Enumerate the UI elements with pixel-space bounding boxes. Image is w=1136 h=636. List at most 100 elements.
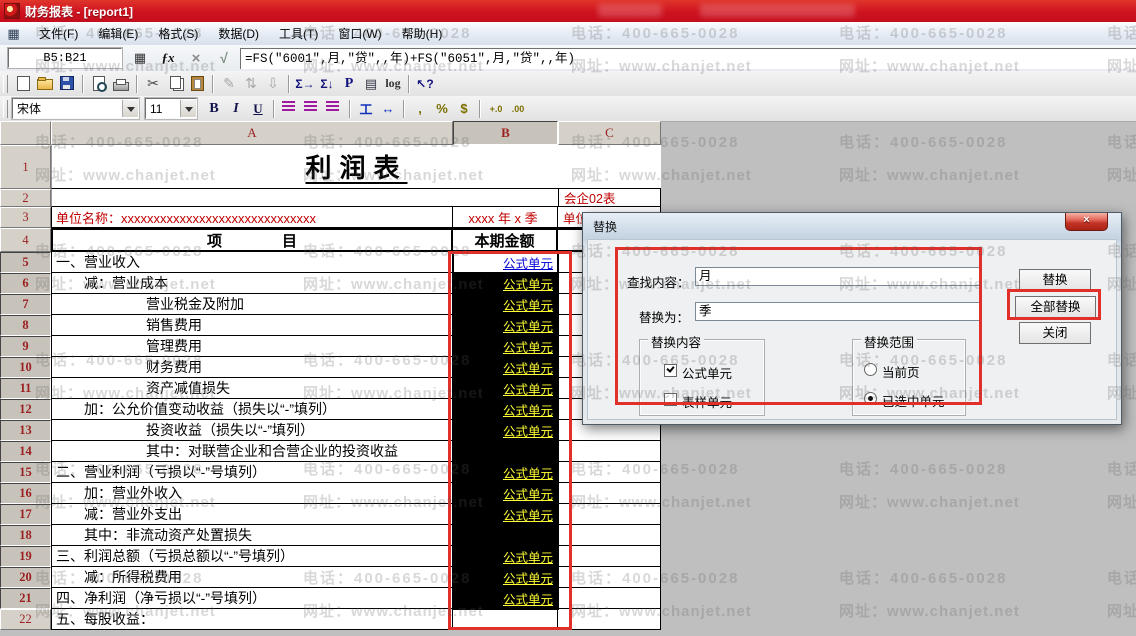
- log-icon[interactable]: log: [383, 74, 403, 94]
- cell-A1-title[interactable]: 利润表: [51, 145, 661, 189]
- column-width-icon[interactable]: ↔: [378, 99, 398, 119]
- add-decimal-icon[interactable]: +.0: [486, 99, 506, 119]
- cell-C15[interactable]: [558, 462, 661, 483]
- cancel-entry-icon[interactable]: ×: [186, 50, 206, 67]
- cell-A11[interactable]: 资产减值损失: [51, 378, 453, 399]
- cell-C2[interactable]: 会企02表: [558, 189, 661, 207]
- selected-cells-radio[interactable]: [864, 392, 877, 405]
- close-icon[interactable]: ×: [1065, 213, 1108, 231]
- page-setup-icon[interactable]: ▤: [361, 74, 381, 94]
- cell-B14[interactable]: [453, 441, 558, 462]
- cell-A8[interactable]: 销售费用: [51, 315, 453, 336]
- cell-A14[interactable]: 其中：对联营企业和合营企业的投资收益: [51, 441, 453, 462]
- cell-B11[interactable]: 公式单元: [453, 378, 558, 399]
- cell-B10[interactable]: 公式单元: [453, 357, 558, 378]
- cell-A16[interactable]: 加：营业外收入: [51, 483, 453, 504]
- cell-B8[interactable]: 公式单元: [453, 315, 558, 336]
- grid-calc-icon[interactable]: ▦: [130, 50, 150, 66]
- row-header-21[interactable]: 21: [0, 588, 51, 609]
- currency-style-icon[interactable]: $: [454, 99, 474, 119]
- select-all-corner[interactable]: [0, 121, 51, 145]
- align-right-icon[interactable]: [324, 99, 344, 119]
- save-icon[interactable]: [57, 74, 77, 94]
- cell-B19[interactable]: 公式单元: [453, 546, 558, 567]
- cell-C17[interactable]: [558, 504, 661, 525]
- menu-item-3[interactable]: 格式(S): [148, 22, 208, 45]
- sum-down-icon[interactable]: Σ↓: [317, 74, 337, 94]
- cell-C18[interactable]: [558, 525, 661, 546]
- style-cells-checkbox[interactable]: [664, 393, 677, 406]
- confirm-entry-icon[interactable]: √: [214, 50, 234, 66]
- font-name-combo[interactable]: 宋体: [12, 98, 139, 119]
- function-wizard-icon[interactable]: ƒx: [158, 50, 178, 66]
- cell-B5[interactable]: 公式单元: [453, 252, 558, 273]
- cell-B21[interactable]: 公式单元: [453, 588, 558, 609]
- row-header-14[interactable]: 14: [0, 441, 51, 462]
- formula-cells-checkbox[interactable]: [664, 364, 677, 377]
- cell-A21[interactable]: 四、净利润（净亏损以“-”号填列）: [51, 588, 453, 609]
- toolbar-grip[interactable]: [3, 100, 8, 118]
- selected-cells-label[interactable]: 已选中单元: [882, 391, 945, 410]
- cell-A7[interactable]: 营业税金及附加: [51, 294, 453, 315]
- cell-B13[interactable]: 公式单元: [453, 420, 558, 441]
- row-header-20[interactable]: 20: [0, 567, 51, 588]
- cell-A10[interactable]: 财务费用: [51, 357, 453, 378]
- cell-C21[interactable]: [558, 588, 661, 609]
- chevron-down-icon[interactable]: [180, 100, 196, 117]
- font-size-combo[interactable]: 11: [145, 98, 197, 119]
- cell-A18[interactable]: 其中：非流动资产处置损失: [51, 525, 453, 546]
- row-header-11[interactable]: 11: [0, 378, 51, 399]
- row-height-icon[interactable]: 工: [356, 99, 376, 119]
- row-header-1[interactable]: 1: [0, 145, 51, 189]
- cell-C20[interactable]: [558, 567, 661, 588]
- paste-icon[interactable]: [187, 74, 207, 94]
- new-file-icon[interactable]: [13, 74, 33, 94]
- row-header-4[interactable]: 4: [0, 228, 51, 252]
- current-page-label[interactable]: 当前页: [882, 362, 920, 381]
- row-header-9[interactable]: 9: [0, 336, 51, 357]
- row-header-3[interactable]: 3: [0, 207, 51, 228]
- row-header-15[interactable]: 15: [0, 462, 51, 483]
- remove-decimal-icon[interactable]: .00: [508, 99, 528, 119]
- cell-B15[interactable]: 公式单元: [453, 462, 558, 483]
- cell-A2[interactable]: [51, 189, 558, 207]
- bold-icon[interactable]: B: [204, 99, 224, 119]
- menu-item-7[interactable]: 帮助(H): [392, 22, 453, 45]
- cell-B22[interactable]: [453, 609, 558, 630]
- close-button[interactable]: 关闭: [1019, 322, 1091, 344]
- cell-A13[interactable]: 投资收益（损失以“-”填列）: [51, 420, 453, 441]
- print-preview-icon[interactable]: [89, 74, 109, 94]
- cell-A22[interactable]: 五、每股收益：: [51, 609, 453, 630]
- cell-B3[interactable]: xxxx 年 x 季: [453, 207, 558, 228]
- formula-input[interactable]: =FS("6001",月,"贷",,年)+FS("6051",月,"贷",,年): [240, 48, 1136, 69]
- row-header-22[interactable]: 22: [0, 609, 51, 630]
- column-header-B[interactable]: B: [453, 121, 558, 145]
- print-icon[interactable]: [111, 74, 131, 94]
- menu-item-4[interactable]: 数据(D): [208, 22, 269, 45]
- row-header-8[interactable]: 8: [0, 315, 51, 336]
- cell-B12[interactable]: 公式单元: [453, 399, 558, 420]
- comma-style-icon[interactable]: ,: [410, 99, 430, 119]
- open-file-icon[interactable]: [35, 74, 55, 94]
- column-header-C[interactable]: C: [558, 121, 661, 145]
- underline-icon[interactable]: U: [248, 99, 268, 119]
- menu-item-1[interactable]: 文件(F): [29, 22, 88, 45]
- cell-C22[interactable]: [558, 609, 661, 630]
- cell-A12[interactable]: 加：公允价值变动收益（损失以“-”填列）: [51, 399, 453, 420]
- cell-B9[interactable]: 公式单元: [453, 336, 558, 357]
- cell-C16[interactable]: [558, 483, 661, 504]
- copy-icon[interactable]: [165, 74, 185, 94]
- current-page-radio[interactable]: [864, 363, 877, 376]
- row-header-17[interactable]: 17: [0, 504, 51, 525]
- cell-A15[interactable]: 二、营业利润（亏损以“-”号填列）: [51, 462, 453, 483]
- cell-C19[interactable]: [558, 546, 661, 567]
- cell-B7[interactable]: 公式单元: [453, 294, 558, 315]
- column-header-A[interactable]: A: [51, 121, 453, 145]
- cell-A17[interactable]: 减：营业外支出: [51, 504, 453, 525]
- menu-item-6[interactable]: 窗口(W): [328, 22, 391, 45]
- row-header-10[interactable]: 10: [0, 357, 51, 378]
- find-input[interactable]: 月: [695, 267, 981, 286]
- row-header-2[interactable]: 2: [0, 189, 51, 207]
- cell-A5[interactable]: 一、营业收入: [51, 252, 453, 273]
- row-header-16[interactable]: 16: [0, 483, 51, 504]
